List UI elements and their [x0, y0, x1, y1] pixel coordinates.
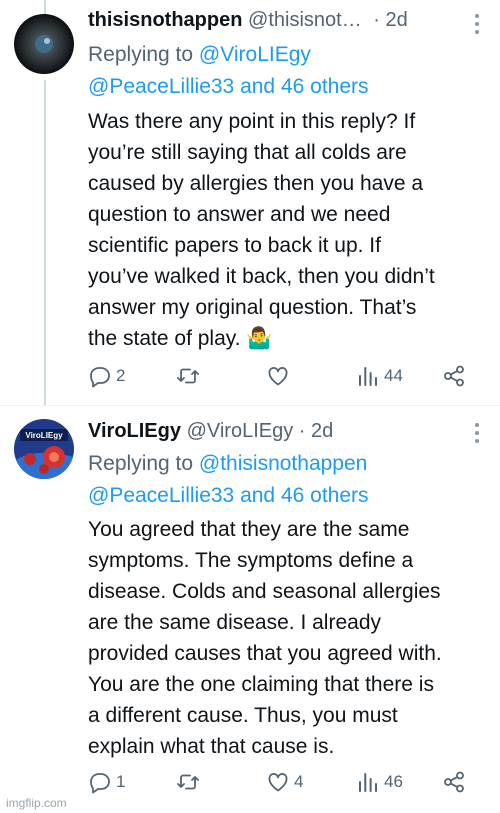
replying-to-others: @PeaceLillie33 and 46 others: [88, 71, 484, 103]
like-icon: [268, 773, 288, 792]
mention-others-link[interactable]: @PeaceLillie33 and 46 others: [88, 484, 369, 507]
retweet-icon: [177, 774, 199, 790]
reply-icon: [90, 773, 110, 794]
avatar[interactable]: [14, 14, 74, 74]
replying-to: Replying to @ViroLIEgy: [88, 43, 311, 66]
reply-button[interactable]: 1: [88, 768, 125, 796]
share-icon: [444, 771, 464, 793]
views-button[interactable]: 46: [356, 768, 403, 796]
thread-line: [44, 0, 46, 14]
reply-icon: [90, 367, 110, 388]
user-handle[interactable]: @thisisnot…: [248, 9, 362, 31]
display-name[interactable]: ViroLIEgy: [88, 420, 181, 442]
tweet-text: Was there any point in this reply? If yo…: [88, 110, 435, 350]
timestamp[interactable]: · 2d: [373, 9, 407, 31]
watermark: imgflip.com: [6, 796, 67, 810]
display-name[interactable]: thisisnothappen: [88, 9, 242, 31]
like-button[interactable]: 4: [266, 768, 303, 796]
tweet-header: thisisnothappen @thisisnot… · 2d: [88, 5, 486, 35]
tweet[interactable]: ViroLIEgy ViroLIEgy @ViroLIEgy · 2d Repl…: [0, 405, 500, 813]
thread-line: [44, 80, 46, 405]
reply-count: 1: [116, 772, 126, 791]
action-bar: 1 4 46: [88, 768, 486, 796]
retweet-icon: [177, 368, 199, 384]
views-button[interactable]: 44: [356, 362, 403, 390]
tweet-text: You agreed that they are the same sympto…: [88, 518, 442, 758]
user-handle[interactable]: @ViroLIEgy: [187, 420, 294, 442]
like-icon: [268, 367, 288, 386]
retweet-button[interactable]: [176, 362, 204, 390]
like-count: 4: [294, 772, 304, 791]
views-count: 44: [384, 366, 403, 385]
more-icon[interactable]: [474, 423, 480, 445]
reply-count: 2: [116, 366, 126, 385]
mention-link[interactable]: @thisisnothappen: [199, 452, 367, 475]
views-count: 46: [384, 772, 403, 791]
action-bar: 2 44: [88, 362, 486, 390]
reply-button[interactable]: 2: [88, 362, 125, 390]
tweet[interactable]: thisisnothappen @thisisnot… · 2d Replyin…: [0, 0, 500, 405]
share-icon: [444, 365, 464, 387]
tweet-header: ViroLIEgy @ViroLIEgy · 2d: [88, 416, 486, 446]
mention-others-link[interactable]: @PeaceLillie33 and 46 others: [88, 75, 369, 98]
more-icon[interactable]: [474, 14, 480, 36]
avatar-logo-text: ViroLIEgy: [25, 431, 63, 440]
replying-to-others: @PeaceLillie33 and 46 others: [88, 480, 484, 512]
views-icon: [359, 367, 377, 386]
views-icon: [359, 773, 377, 792]
replying-to: Replying to @thisisnothappen: [88, 452, 368, 475]
avatar[interactable]: ViroLIEgy: [14, 419, 74, 479]
share-button[interactable]: [442, 768, 466, 796]
retweet-button[interactable]: [176, 768, 204, 796]
like-button[interactable]: [266, 362, 294, 390]
share-button[interactable]: [442, 362, 466, 390]
timestamp[interactable]: · 2d: [299, 420, 333, 442]
mention-link[interactable]: @ViroLIEgy: [199, 43, 311, 66]
